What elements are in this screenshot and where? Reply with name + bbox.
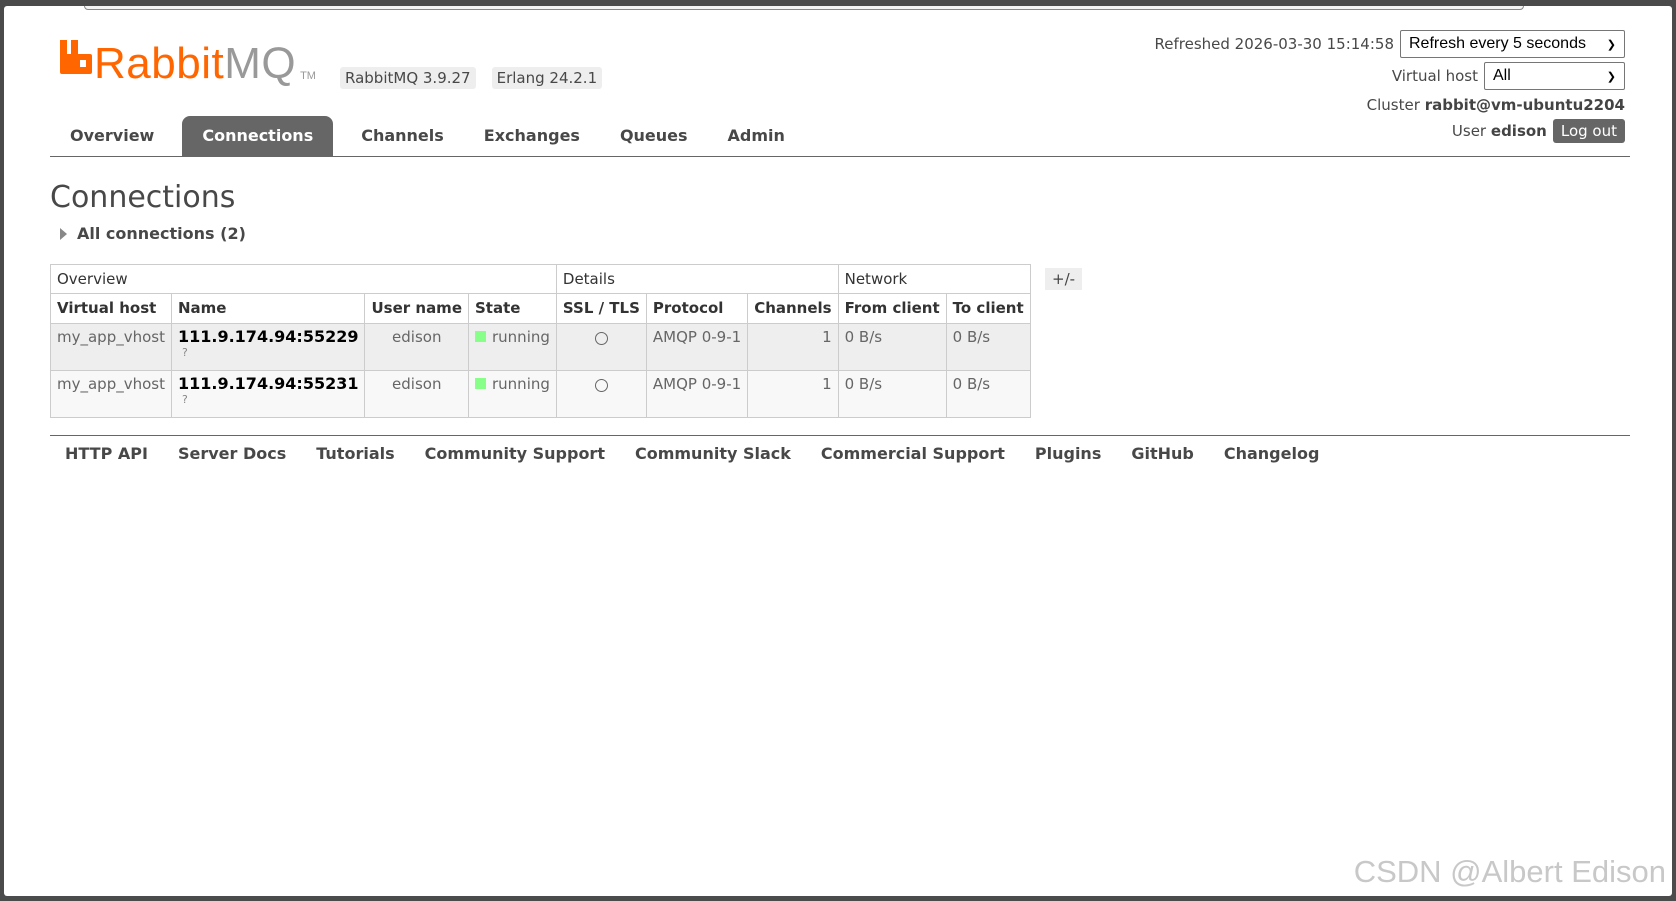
col-ssl-tls[interactable]: SSL / TLS	[555, 293, 647, 324]
footer-link-plugins[interactable]: Plugins	[1035, 444, 1101, 463]
col-protocol[interactable]: Protocol	[645, 293, 749, 324]
refresh-interval-select[interactable]: Refresh every 5 seconds ❯	[1400, 30, 1625, 58]
cell-to-client: 0 B/s	[945, 370, 1031, 418]
table-column-header: Virtual host Name User name State SSL / …	[50, 293, 1031, 324]
vhost-label: Virtual host	[1391, 67, 1478, 85]
footer-link-commercial-support[interactable]: Commercial Support	[821, 444, 1005, 463]
footer-link-community-support[interactable]: Community Support	[425, 444, 605, 463]
group-details: Details	[555, 264, 839, 294]
all-connections-toggle[interactable]: All connections (2)	[60, 224, 246, 243]
vhost-select[interactable]: All ❯	[1484, 62, 1625, 90]
cell-user: edison	[364, 370, 469, 418]
cell-state: running	[468, 370, 557, 418]
footer-link-community-slack[interactable]: Community Slack	[635, 444, 791, 463]
state-text: running	[492, 375, 550, 393]
vhost-row: Virtual host All ❯	[1155, 60, 1625, 92]
cluster-name: rabbit@vm-ubuntu2204	[1424, 96, 1625, 114]
group-overview: Overview	[50, 264, 557, 294]
cell-channels: 1	[747, 370, 839, 418]
cell-state: running	[468, 323, 557, 371]
tab-admin[interactable]: Admin	[708, 116, 805, 156]
cell-to-client: 0 B/s	[945, 323, 1031, 371]
tab-queues[interactable]: Queues	[600, 116, 708, 156]
refreshed-timestamp: Refreshed 2026-03-30 15:14:58	[1154, 35, 1394, 53]
col-name[interactable]: Name	[170, 293, 366, 324]
tab-overview[interactable]: Overview	[50, 116, 174, 156]
column-toggle-button[interactable]: +/-	[1045, 268, 1083, 290]
watermark-text: CSDN @Albert Edison	[1353, 854, 1666, 889]
col-channels[interactable]: Channels	[747, 293, 839, 324]
col-virtual-host[interactable]: Virtual host	[50, 293, 172, 324]
cluster-label: Cluster	[1366, 96, 1420, 114]
cell-protocol: AMQP 0-9-1	[645, 323, 749, 371]
browser-address-bar[interactable]	[84, 6, 1524, 10]
chevron-down-icon: ❯	[1606, 70, 1616, 83]
col-user-name[interactable]: User name	[364, 293, 469, 324]
logo-trademark: TM	[300, 70, 316, 82]
state-text: running	[492, 328, 550, 346]
cell-ssl	[555, 370, 647, 418]
cell-from-client: 0 B/s	[837, 323, 947, 371]
connection-link[interactable]: 111.9.174.94:55229	[178, 327, 359, 346]
browser-page: RabbitMQ TM RabbitMQ 3.9.27 Erlang 24.2.…	[4, 6, 1672, 896]
running-status-icon	[475, 330, 486, 342]
caret-right-icon	[60, 227, 67, 240]
table-row: my_app_vhost 111.9.174.94:55229 ? edison…	[50, 323, 1031, 371]
footer-divider	[50, 435, 1630, 436]
logo-wordmark: RabbitMQ	[94, 39, 297, 88]
ssl-off-icon	[594, 332, 608, 345]
table-group-header: Overview Details Network	[50, 264, 1031, 294]
cell-protocol: AMQP 0-9-1	[645, 370, 749, 418]
cell-channels: 1	[747, 323, 839, 371]
version-badges: RabbitMQ 3.9.27 Erlang 24.2.1	[340, 67, 603, 89]
refresh-row: Refreshed 2026-03-30 15:14:58 Refresh ev…	[1155, 28, 1625, 60]
main-nav: Overview Connections Channels Exchanges …	[50, 116, 1630, 157]
group-network: Network	[837, 264, 1031, 294]
cell-vhost: my_app_vhost	[50, 370, 172, 418]
refresh-select-value: Refresh every 5 seconds	[1409, 35, 1586, 52]
col-to-client[interactable]: To client	[945, 293, 1031, 324]
cell-name: 111.9.174.94:55231 ?	[170, 370, 366, 418]
footer-link-server-docs[interactable]: Server Docs	[178, 444, 286, 463]
col-state[interactable]: State	[468, 293, 557, 324]
footer-link-github[interactable]: GitHub	[1131, 444, 1194, 463]
all-connections-label: All connections (2)	[77, 224, 246, 243]
rabbitmq-version-badge: RabbitMQ 3.9.27	[340, 67, 476, 89]
ssl-off-icon	[594, 379, 608, 392]
connections-table: Overview Details Network Virtual host Na…	[50, 264, 1031, 418]
tab-exchanges[interactable]: Exchanges	[464, 116, 600, 156]
cell-from-client: 0 B/s	[837, 370, 947, 418]
cell-user: edison	[364, 323, 469, 371]
rabbitmq-logo[interactable]: RabbitMQ TM	[60, 40, 316, 88]
running-status-icon	[475, 377, 486, 389]
cluster-row: Cluster rabbit@vm-ubuntu2204	[1155, 92, 1625, 118]
cell-vhost: my_app_vhost	[50, 323, 172, 371]
footer-link-tutorials[interactable]: Tutorials	[316, 444, 394, 463]
page-title: Connections	[50, 180, 236, 215]
cell-ssl	[555, 323, 647, 371]
table-row: my_app_vhost 111.9.174.94:55231 ? edison…	[50, 370, 1031, 418]
col-from-client[interactable]: From client	[837, 293, 947, 324]
footer-link-http-api[interactable]: HTTP API	[65, 444, 148, 463]
vhost-select-value: All	[1493, 67, 1511, 84]
connection-note: ?	[181, 393, 188, 406]
cell-name: 111.9.174.94:55229 ?	[170, 323, 366, 371]
tab-connections[interactable]: Connections	[182, 116, 334, 156]
rabbit-logo-icon	[60, 40, 92, 74]
connection-note: ?	[181, 346, 188, 359]
footer-links: HTTP API Server Docs Tutorials Community…	[65, 444, 1319, 463]
erlang-version-badge: Erlang 24.2.1	[491, 67, 603, 89]
tab-channels[interactable]: Channels	[341, 116, 464, 156]
chevron-down-icon: ❯	[1606, 38, 1616, 51]
connection-link[interactable]: 111.9.174.94:55231	[178, 374, 359, 393]
footer-link-changelog[interactable]: Changelog	[1224, 444, 1320, 463]
